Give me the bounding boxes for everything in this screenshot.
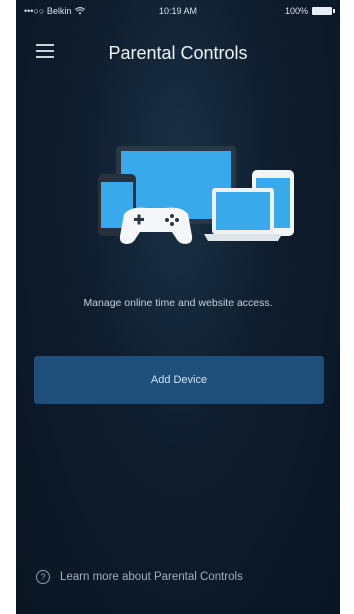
question-circle-icon: ? bbox=[36, 570, 50, 584]
page-title: Parental Controls bbox=[108, 43, 248, 63]
description-text: Manage online time and website access. bbox=[83, 297, 273, 309]
battery-icon bbox=[312, 7, 335, 15]
devices-illustration bbox=[98, 146, 294, 244]
battery-percent: 100% bbox=[284, 6, 308, 16]
learn-more-link[interactable]: ? Learn more about Parental Controls bbox=[36, 570, 243, 584]
add-device-button[interactable]: Add Device bbox=[34, 356, 324, 404]
status-right: 100% bbox=[284, 6, 335, 16]
status-bar: •••○○ Belkin 10:19 AM 100% bbox=[16, 0, 340, 26]
app-screen: •••○○ Belkin 10:19 AM 100% Parental Cont… bbox=[16, 0, 340, 614]
game-controller-icon bbox=[119, 207, 193, 244]
nav-bar: Parental Controls bbox=[16, 34, 340, 74]
laptop-icon bbox=[204, 188, 282, 241]
learn-more-text: Learn more about Parental Controls bbox=[60, 571, 243, 583]
